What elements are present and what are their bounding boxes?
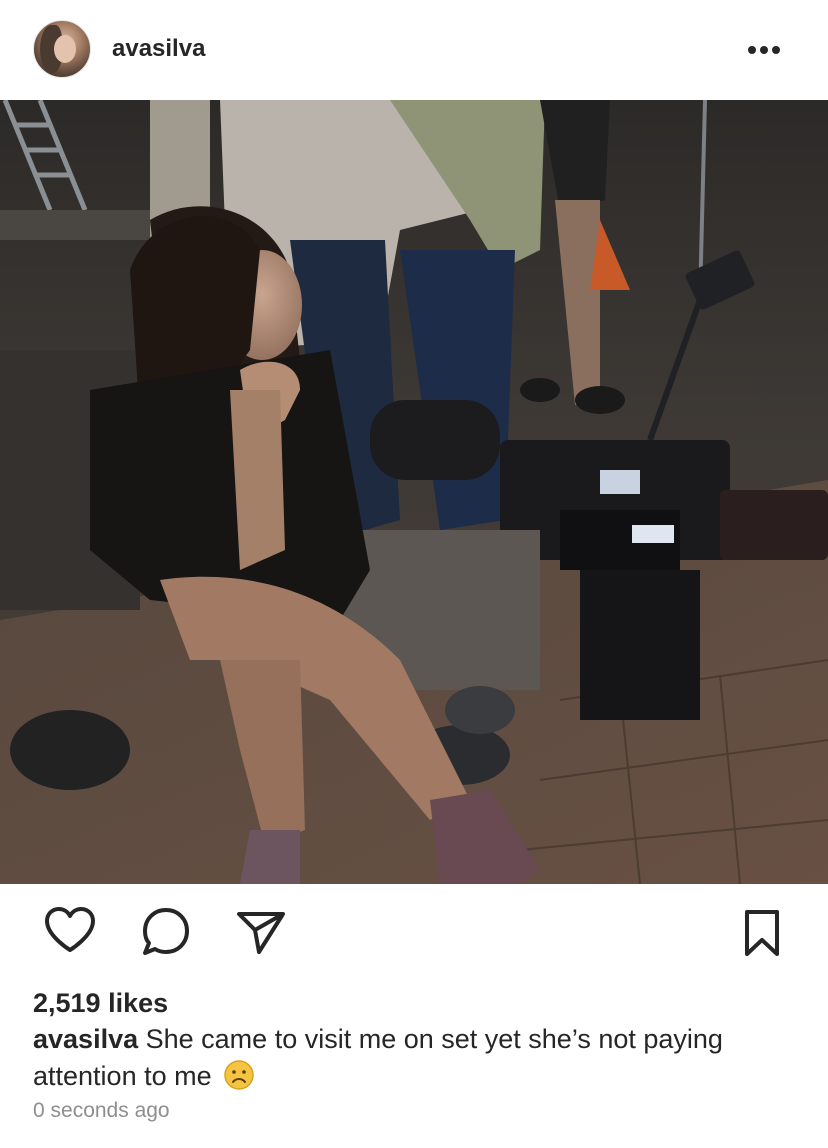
post-actions: [0, 884, 828, 984]
avatar-face: [54, 35, 76, 63]
post-timestamp: 0 seconds ago: [33, 1099, 170, 1122]
post-header: avasilva: [0, 0, 828, 100]
post-username[interactable]: avasilva: [112, 34, 205, 64]
frowning-face-emoji-icon: [224, 1060, 254, 1090]
likes-count[interactable]: 2,519 likes: [33, 986, 168, 1020]
heart-icon[interactable]: [44, 906, 96, 954]
post-photo[interactable]: [0, 100, 828, 884]
bookmark-icon[interactable]: [742, 908, 782, 958]
film-set-photo: [0, 100, 828, 884]
more-options-icon[interactable]: [744, 40, 784, 60]
caption-username[interactable]: avasilva: [33, 1024, 138, 1054]
avatar[interactable]: [33, 20, 91, 78]
comment-icon[interactable]: [140, 906, 192, 958]
post-caption: avasilva She came to visit me on set yet…: [33, 1021, 793, 1095]
paper-plane-icon[interactable]: [235, 908, 287, 956]
